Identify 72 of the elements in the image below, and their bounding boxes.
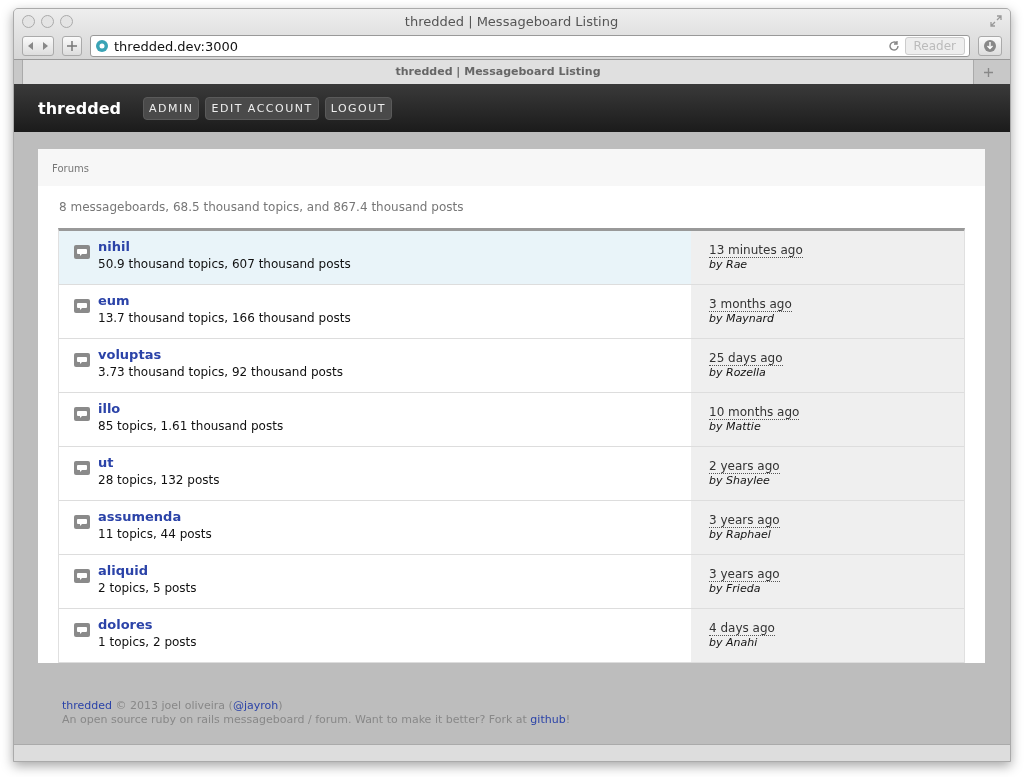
back-forward-button[interactable] [22,36,54,56]
reload-icon[interactable] [887,40,900,52]
speech-bubble-icon [74,353,90,367]
browser-tab[interactable]: thredded | Messageboard Listing [22,60,974,84]
summary-text: 8 messageboards, 68.5 thousand topics, and 867.4 thousand posts [58,199,465,216]
board-link[interactable]: assumenda [98,509,182,524]
window-control-button[interactable] [41,14,54,28]
board-stats: 13.7 thousand topics, 166 thousand posts [98,311,351,325]
board-row[interactable]: eum 13.7 thousand topics, 166 thousand posts 3 months ago by Maynard [59,285,964,339]
last-post-author: by Frieda [709,582,761,595]
window-control-button[interactable] [22,14,35,28]
board-link[interactable]: aliquid [98,563,148,578]
board-stats: 2 topics, 5 posts [98,581,197,595]
board-link[interactable]: eum [98,293,130,308]
speech-bubble-icon [74,515,90,529]
footer-link[interactable]: @jayroh [232,699,279,712]
last-post-time: 10 months ago [709,405,800,420]
last-post-author: by Shaylee [709,474,770,487]
board-row[interactable]: assumenda 11 topics, 44 posts 3 years ago by Raphael [59,501,964,555]
window-title: thredded | Messageboard Listing [403,13,620,29]
board-stats: 1 topics, 2 posts [98,635,197,649]
window-control-button[interactable] [60,14,73,28]
speech-bubble-icon [74,569,90,583]
board-link[interactable]: nihil [98,239,130,254]
board-row[interactable]: dolores 1 topics, 2 posts 4 days ago by Anahi [59,609,964,663]
last-post-time: 13 minutes ago [709,243,803,258]
board-link[interactable]: illo [98,401,121,416]
board-link[interactable]: voluptas [98,347,162,362]
board-stats: 28 topics, 132 posts [98,473,220,487]
last-post-author: by Anahi [709,636,758,649]
last-post-time: 2 years ago [709,459,780,474]
board-row[interactable]: aliquid 2 topics, 5 posts 3 years ago by Frieda [59,555,964,609]
board-row[interactable]: ut 28 topics, 132 posts 2 years ago by Shaylee [59,447,964,501]
site-icon [95,39,109,53]
last-post-time: 3 years ago [709,567,780,582]
speech-bubble-icon [74,299,90,313]
last-post-author: by Rae [709,258,748,271]
footer-link[interactable]: thredded [62,699,113,712]
board-link[interactable]: ut [98,455,114,470]
last-post-time: 25 days ago [709,351,783,366]
download-icon [983,39,997,53]
breadcrumb: Forums [38,149,985,186]
footer-link[interactable]: github [530,713,566,726]
last-post-author: by Raphael [709,528,771,541]
last-post-time: 3 years ago [709,513,780,528]
last-post-time: 4 days ago [709,621,775,636]
last-post-author: by Rozella [709,366,766,379]
board-link[interactable]: dolores [98,617,153,632]
board-stats: 3.73 thousand topics, 92 thousand posts [98,365,344,379]
arrows-icon [27,41,49,51]
board-stats: 50.9 thousand topics, 607 thousand posts [98,257,351,271]
nav-button[interactable]: EDIT ACCOUNT [205,96,319,120]
last-post-author: by Mattie [709,420,761,433]
downloads-button[interactable] [978,36,1002,56]
nav-button[interactable]: ADMIN [143,96,200,120]
speech-bubble-icon [74,245,90,259]
last-post-time: 3 months ago [709,297,792,312]
board-stats: 85 topics, 1.61 thousand posts [98,419,284,433]
board-row[interactable]: voluptas 3.73 thousand topics, 92 thousand posts 25 days ago by Rozella [59,339,964,393]
board-row[interactable]: nihil 50.9 thousand topics, 607 thousand posts 13 minutes ago by Rae [59,231,964,285]
fullscreen-icon[interactable] [990,15,1002,27]
board-stats: 11 topics, 44 posts [98,527,212,541]
last-post-author: by Maynard [709,312,774,325]
plus-icon[interactable] [983,67,993,77]
plus-icon [67,41,77,51]
speech-bubble-icon [74,407,90,421]
nav-button[interactable]: LOGOUT [324,96,393,120]
new-tab-button[interactable] [62,36,82,56]
speech-bubble-icon [74,623,90,637]
speech-bubble-icon [74,461,90,475]
brand-link[interactable]: thredded [38,98,121,118]
board-row[interactable]: illo 85 topics, 1.61 thousand posts 10 months ago by Mattie [59,393,964,447]
